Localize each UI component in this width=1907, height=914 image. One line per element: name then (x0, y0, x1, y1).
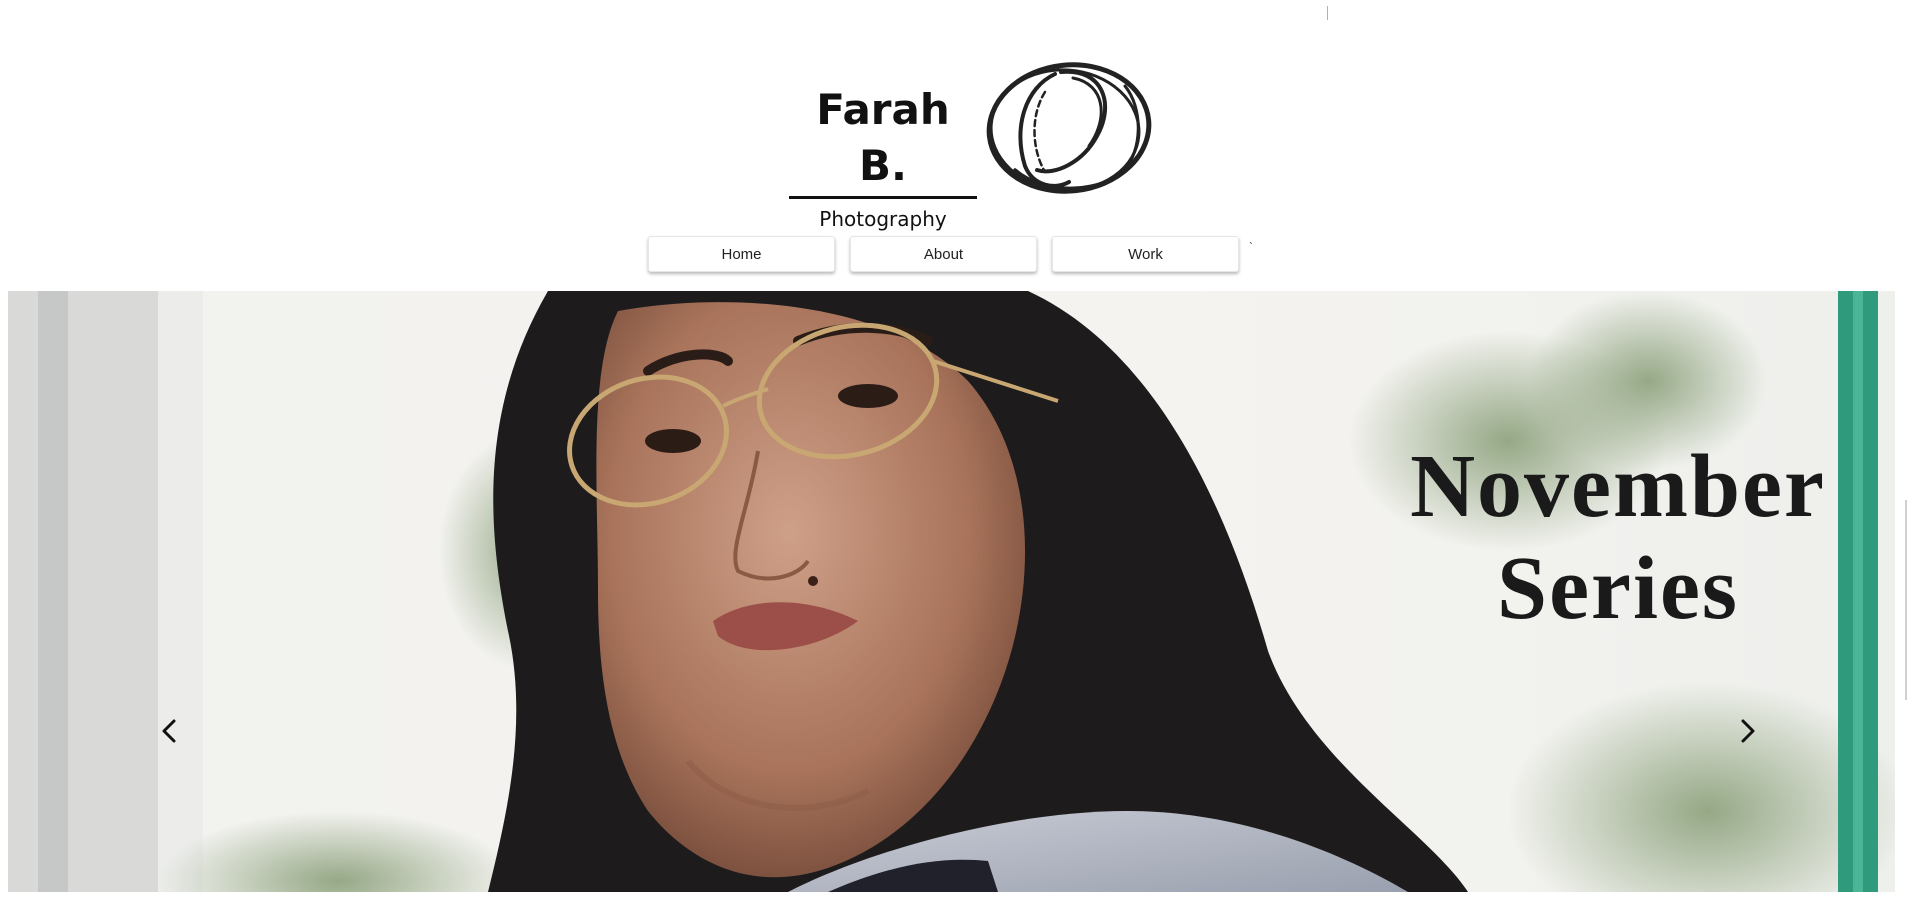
chevron-left-icon (162, 719, 176, 743)
nav-trailing-mark: ` (1249, 240, 1253, 254)
brand-name: Farah B. (816, 85, 950, 190)
hero-carousel[interactable]: November Series (8, 291, 1895, 892)
hero-title-line1: November (1410, 437, 1826, 536)
main-nav: Home About Work (648, 236, 1239, 272)
carousel-next-button[interactable] (1733, 713, 1763, 749)
nav-home-button[interactable]: Home (648, 236, 835, 272)
hero-title: November Series (1388, 436, 1848, 640)
scribble-circle-icon (986, 62, 1152, 194)
brand-divider (789, 196, 977, 199)
nav-about-button[interactable]: About (850, 236, 1037, 272)
chevron-right-icon (1741, 719, 1755, 743)
page: Farah B. Photography Home About Work ` N… (0, 0, 1907, 914)
hero-title-line2: Series (1497, 539, 1739, 638)
carousel-prev-button[interactable] (154, 713, 184, 749)
text-caret (1327, 6, 1328, 20)
brand[interactable]: Farah B. Photography (788, 82, 978, 231)
brand-subtitle: Photography (819, 207, 947, 231)
nav-work-button[interactable]: Work (1052, 236, 1239, 272)
